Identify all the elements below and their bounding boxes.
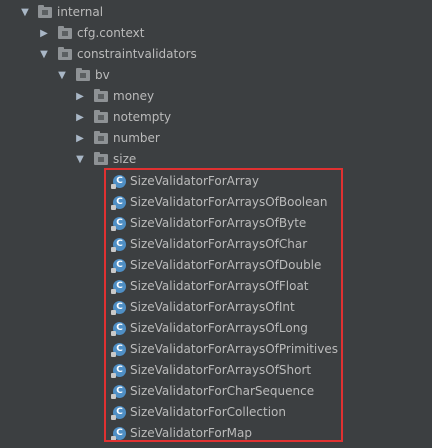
package-folder-icon [94,89,108,102]
tree-node-size[interactable]: ▼ size [0,149,432,170]
expand-arrow-icon[interactable]: ▼ [20,2,30,23]
tree-node-label: number [113,131,160,145]
package-folder-icon [94,152,108,165]
package-folder-icon [94,131,108,144]
package-folder-icon [38,5,52,18]
collapse-arrow-icon[interactable]: ▶ [75,128,85,149]
tree-node-number[interactable]: ▶ number [0,128,432,149]
package-folder-icon [58,47,72,60]
tree-node-label: internal [57,5,104,19]
tree-node-label: money [113,89,155,103]
collapse-arrow-icon[interactable]: ▶ [39,23,49,44]
tree-node-constraintvalidators[interactable]: ▼ constraintvalidators [0,44,432,65]
expand-arrow-icon[interactable]: ▼ [57,65,67,86]
package-folder-icon [58,26,72,39]
package-folder-icon [94,110,108,123]
tree-node-label: bv [95,68,110,82]
tree-node-cfg-context[interactable]: ▶ cfg.context [0,23,432,44]
tree-node-label: notempty [113,110,172,124]
highlight-box [104,168,343,442]
tree-node-label: cfg.context [77,26,145,40]
expand-arrow-icon[interactable]: ▼ [39,44,49,65]
collapse-arrow-icon[interactable]: ▶ [75,86,85,107]
package-folder-icon [76,68,90,81]
tree-node-internal[interactable]: ▼ internal [0,2,432,23]
expand-arrow-icon[interactable]: ▼ [75,149,85,170]
tree-node-label: constraintvalidators [77,47,197,61]
tree-node-bv[interactable]: ▼ bv [0,65,432,86]
tree-node-money[interactable]: ▶ money [0,86,432,107]
tree-node-label: size [113,152,137,166]
collapse-arrow-icon[interactable]: ▶ [75,107,85,128]
tree-node-notempty[interactable]: ▶ notempty [0,107,432,128]
